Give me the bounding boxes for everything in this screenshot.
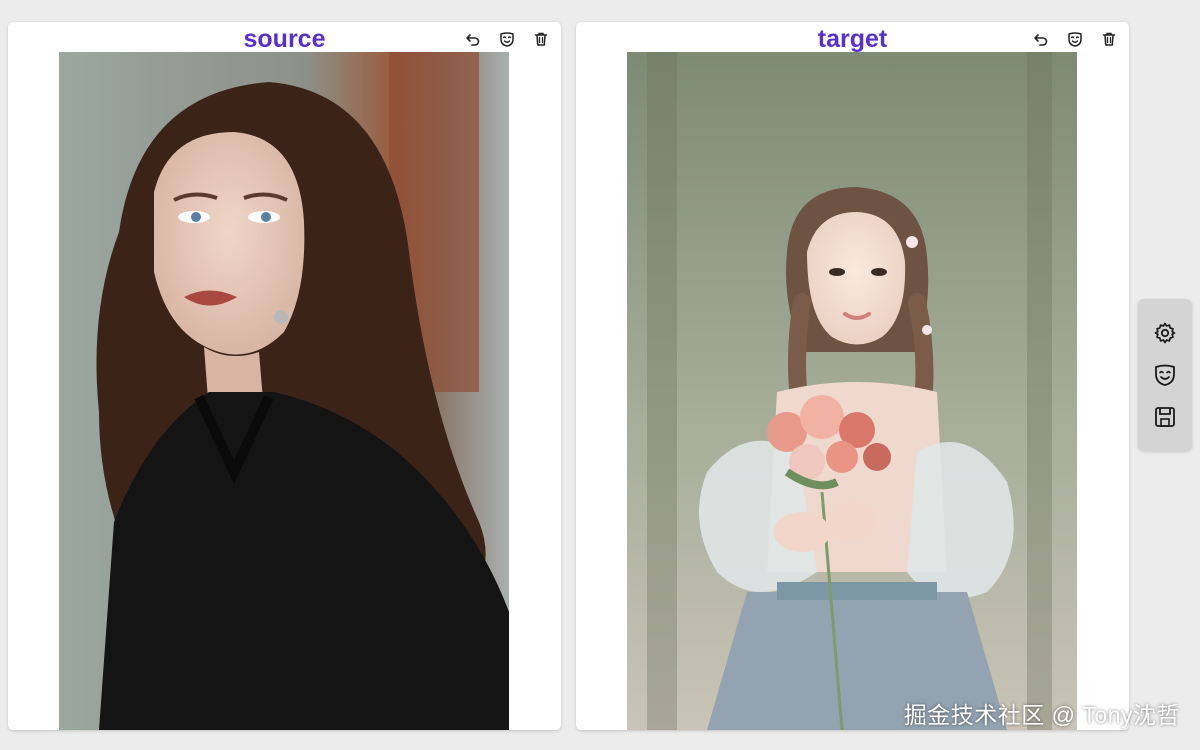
face-mask-icon (1068, 32, 1082, 47)
source-delete-button[interactable] (531, 29, 551, 49)
target-panel: target (576, 22, 1129, 730)
side-toolbar (1138, 299, 1192, 451)
source-photo (59, 52, 509, 730)
undo-icon (1034, 34, 1048, 46)
target-photo (627, 52, 1077, 730)
watermark: 掘金技术社区 @ Tony沈哲 (903, 702, 1180, 728)
theater-mask-icon (1155, 364, 1175, 386)
target-tools (1031, 29, 1119, 49)
settings-button[interactable] (1151, 319, 1179, 347)
source-tools (463, 29, 551, 49)
source-portrait-image (59, 52, 509, 730)
save-button[interactable] (1151, 403, 1179, 431)
undo-icon (466, 34, 480, 46)
target-delete-button[interactable] (1099, 29, 1119, 49)
face-mask-icon (500, 32, 514, 47)
source-face-button[interactable] (497, 29, 517, 49)
trash-icon (1102, 32, 1116, 46)
trash-icon (534, 32, 548, 46)
save-icon (1155, 407, 1175, 427)
gear-icon (1154, 322, 1176, 344)
source-undo-button[interactable] (463, 29, 483, 49)
face-swap-button[interactable] (1151, 361, 1179, 389)
source-panel: source (8, 22, 561, 730)
target-portrait-image (627, 52, 1077, 730)
target-undo-button[interactable] (1031, 29, 1051, 49)
target-face-button[interactable] (1065, 29, 1085, 49)
